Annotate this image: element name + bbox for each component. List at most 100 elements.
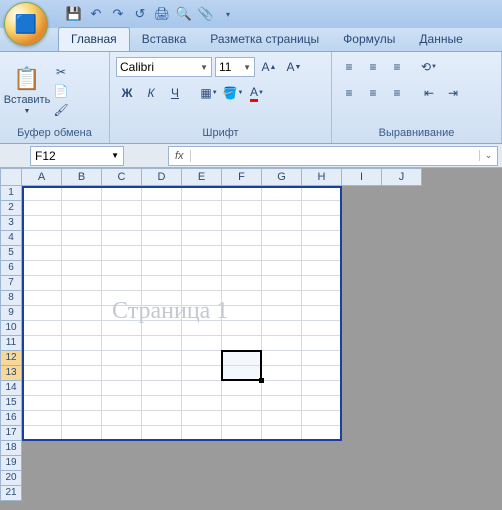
cell[interactable] [22, 486, 62, 501]
cell[interactable] [62, 381, 102, 396]
cell[interactable] [222, 186, 262, 201]
cell[interactable] [302, 336, 342, 351]
cell[interactable] [142, 246, 182, 261]
format-painter-icon[interactable]: 🖌 [52, 102, 70, 118]
cell[interactable] [142, 426, 182, 441]
paste-button[interactable]: 📋 Вставить ▼ [6, 56, 48, 125]
cell[interactable] [22, 471, 62, 486]
row-header[interactable]: 5 [0, 246, 22, 261]
cell[interactable] [262, 411, 302, 426]
cell[interactable] [222, 426, 262, 441]
align-middle-button[interactable]: ≡ [362, 56, 384, 78]
italic-button[interactable]: К [140, 82, 162, 104]
cell[interactable] [102, 186, 142, 201]
cell[interactable] [342, 306, 382, 321]
row-header[interactable]: 12 [0, 351, 22, 366]
cell[interactable] [142, 186, 182, 201]
cell[interactable] [62, 261, 102, 276]
cell[interactable] [342, 231, 382, 246]
cell[interactable] [222, 201, 262, 216]
cell[interactable] [382, 471, 422, 486]
office-button[interactable]: 🟦 [4, 2, 48, 46]
cell[interactable] [262, 306, 302, 321]
cell[interactable] [342, 381, 382, 396]
cell[interactable] [22, 276, 62, 291]
cell[interactable] [22, 246, 62, 261]
cell[interactable] [142, 381, 182, 396]
cell[interactable] [222, 471, 262, 486]
cell[interactable] [62, 231, 102, 246]
cell[interactable] [142, 276, 182, 291]
cell[interactable] [62, 351, 102, 366]
cell[interactable] [302, 441, 342, 456]
cell[interactable] [222, 396, 262, 411]
cell[interactable] [22, 231, 62, 246]
cell[interactable] [382, 441, 422, 456]
cell[interactable] [342, 411, 382, 426]
cell[interactable] [62, 201, 102, 216]
cell[interactable] [62, 336, 102, 351]
cell[interactable] [22, 456, 62, 471]
cell[interactable] [22, 261, 62, 276]
cell[interactable] [222, 456, 262, 471]
cell[interactable] [182, 276, 222, 291]
cell[interactable] [22, 411, 62, 426]
cell[interactable] [222, 306, 262, 321]
cell[interactable] [182, 381, 222, 396]
cell[interactable] [142, 396, 182, 411]
cell[interactable] [382, 396, 422, 411]
cell[interactable] [222, 441, 262, 456]
cell[interactable] [142, 261, 182, 276]
cell[interactable] [182, 486, 222, 501]
cell[interactable] [142, 486, 182, 501]
cell[interactable] [62, 396, 102, 411]
cell[interactable] [262, 246, 302, 261]
cell[interactable] [342, 441, 382, 456]
cell[interactable] [102, 321, 142, 336]
cell[interactable] [382, 381, 422, 396]
cell[interactable] [302, 456, 342, 471]
preview-icon[interactable]: 🔍 [176, 6, 192, 22]
cell[interactable] [342, 396, 382, 411]
align-center-button[interactable]: ≡ [362, 82, 384, 104]
cell[interactable] [102, 381, 142, 396]
cell[interactable] [22, 201, 62, 216]
cell[interactable] [262, 291, 302, 306]
row-header[interactable]: 19 [0, 456, 22, 471]
cell[interactable] [62, 441, 102, 456]
cell[interactable] [342, 336, 382, 351]
cell[interactable] [342, 366, 382, 381]
cell[interactable] [102, 246, 142, 261]
column-header[interactable]: J [382, 168, 422, 186]
tab-formulas[interactable]: Формулы [331, 28, 407, 51]
cell[interactable] [222, 366, 262, 381]
border-button[interactable]: ▦▼ [198, 82, 220, 104]
cell[interactable] [262, 426, 302, 441]
align-right-button[interactable]: ≡ [386, 82, 408, 104]
cell[interactable] [302, 381, 342, 396]
cell[interactable] [142, 231, 182, 246]
cell[interactable] [142, 291, 182, 306]
cell[interactable] [222, 321, 262, 336]
cell[interactable] [342, 261, 382, 276]
column-header[interactable]: F [222, 168, 262, 186]
column-header[interactable]: H [302, 168, 342, 186]
cell[interactable] [382, 201, 422, 216]
row-header[interactable]: 21 [0, 486, 22, 501]
orientation-button[interactable]: ⟲▼ [418, 56, 440, 78]
cell[interactable] [262, 456, 302, 471]
cell[interactable] [382, 486, 422, 501]
qat-more-icon[interactable]: ▾ [220, 6, 236, 22]
cell[interactable] [302, 396, 342, 411]
cell[interactable] [22, 381, 62, 396]
row-header[interactable]: 17 [0, 426, 22, 441]
cell[interactable] [62, 216, 102, 231]
tab-data[interactable]: Данные [407, 28, 474, 51]
undo2-icon[interactable]: ↺ [132, 6, 148, 22]
cell[interactable] [182, 396, 222, 411]
row-header[interactable]: 15 [0, 396, 22, 411]
cell[interactable] [302, 411, 342, 426]
cell[interactable] [22, 306, 62, 321]
cell[interactable] [102, 231, 142, 246]
cell[interactable] [182, 411, 222, 426]
